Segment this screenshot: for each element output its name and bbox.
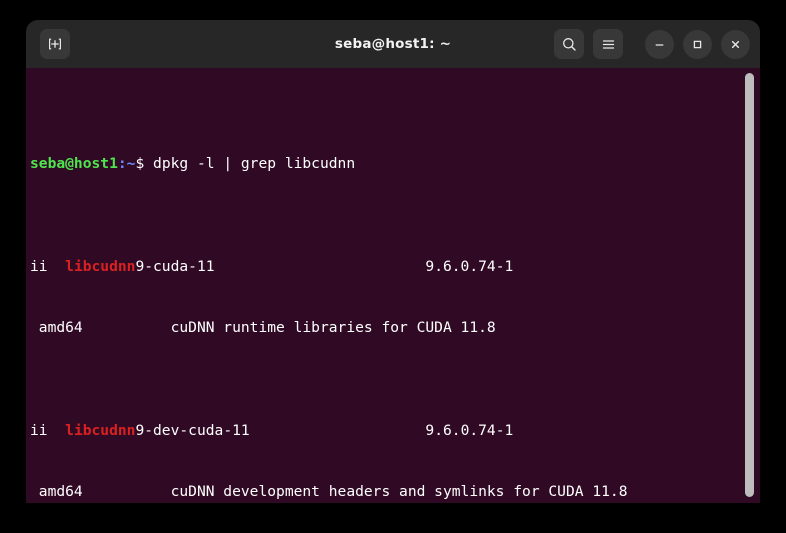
package-row-name: ii libcudnn9-cuda-11 9.6.0.74-1: [30, 257, 760, 278]
column-pad: [215, 258, 426, 275]
package-description: cuDNN runtime libraries for CUDA 11.8: [170, 319, 496, 336]
maximize-button[interactable]: [683, 29, 712, 59]
package-version: 9.6.0.74-1: [425, 421, 514, 439]
package-status: ii: [30, 257, 66, 275]
column-pad: [250, 422, 426, 439]
package-arch: amd64: [30, 319, 83, 336]
package-arch: amd64: [30, 483, 83, 500]
package-name-rest: 9-cuda-11: [135, 257, 215, 275]
scrollbar-thumb[interactable]: [745, 73, 754, 497]
column-pad: [83, 483, 171, 500]
terminal-command-line: seba@host1:~$ dpkg -l | grep libcudnn: [30, 154, 760, 175]
search-icon: [562, 37, 576, 51]
titlebar-actions: [554, 29, 750, 59]
package-row-desc: amd64 cuDNN development headers and syml…: [30, 482, 760, 503]
package-description: cuDNN development headers and symlinks f…: [170, 483, 628, 500]
minimize-button[interactable]: [645, 29, 674, 59]
minimize-icon: [655, 43, 664, 46]
column-pad: [83, 319, 171, 336]
terminal-screen[interactable]: seba@host1:~$ dpkg -l | grep libcudnn ii…: [26, 68, 760, 503]
terminal-scrollbar[interactable]: [743, 68, 755, 503]
grep-match: libcudnn: [65, 421, 136, 439]
maximize-icon: [693, 40, 702, 48]
grep-match: libcudnn: [65, 257, 136, 275]
command-text: dpkg -l | grep libcudnn: [153, 155, 356, 172]
menu-button[interactable]: [593, 29, 623, 59]
close-button[interactable]: [721, 29, 750, 59]
prompt-user-host: seba@host1: [30, 155, 118, 172]
window-controls: [645, 29, 750, 59]
package-status: ii: [30, 421, 66, 439]
prompt-dollar: $: [135, 155, 154, 172]
hamburger-menu-icon: [602, 39, 614, 49]
package-row-desc: amd64 cuDNN runtime libraries for CUDA 1…: [30, 318, 760, 339]
package-name-rest: 9-dev-cuda-11: [135, 421, 250, 439]
terminal-window: seba@host1: ~ seba@host1:~$ dpkg -l | gr…: [26, 20, 760, 503]
terminal-body[interactable]: seba@host1:~$ dpkg -l | grep libcudnn ii…: [26, 68, 760, 503]
window-titlebar[interactable]: seba@host1: ~: [26, 20, 760, 68]
package-version: 9.6.0.74-1: [425, 257, 514, 275]
close-icon: [731, 40, 740, 48]
package-row-name: ii libcudnn9-dev-cuda-11 9.6.0.74-1: [30, 421, 760, 442]
search-button[interactable]: [554, 29, 584, 59]
prompt-path: :~: [117, 155, 136, 172]
new-tab-button[interactable]: [40, 29, 70, 59]
new-tab-icon: [49, 38, 61, 50]
